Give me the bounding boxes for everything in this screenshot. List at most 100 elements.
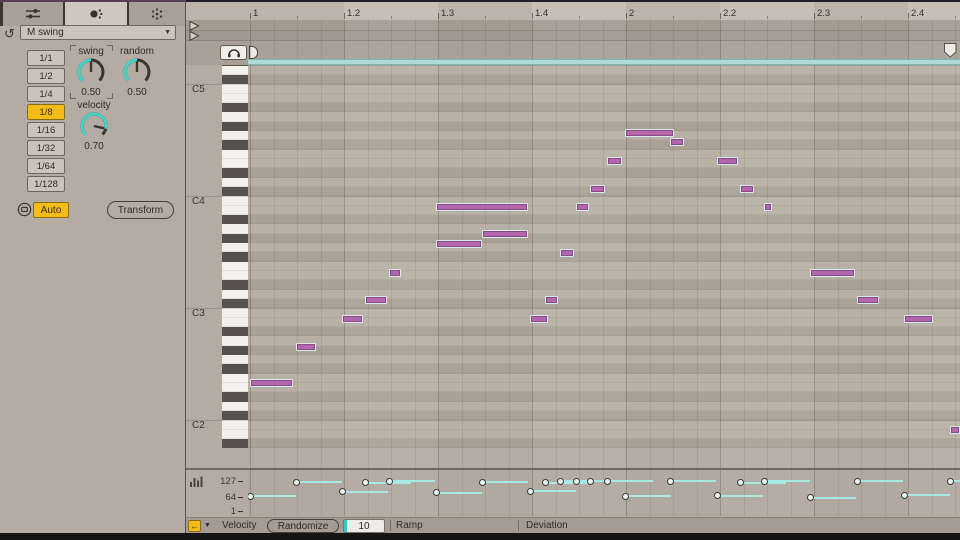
velocity-marker[interactable]: [293, 479, 300, 486]
white-key[interactable]: [222, 178, 248, 187]
midi-note[interactable]: [810, 269, 855, 277]
velocity-marker[interactable]: [542, 479, 549, 486]
randomize-button[interactable]: Randomize: [267, 519, 339, 533]
auto-button[interactable]: Auto: [33, 202, 69, 218]
midi-note[interactable]: [296, 343, 316, 351]
velocity-marker[interactable]: [527, 488, 534, 495]
velocity-marker[interactable]: [604, 478, 611, 485]
velocity-marker[interactable]: [807, 494, 814, 501]
velocity-marker[interactable]: [737, 479, 744, 486]
velocity-marker[interactable]: [557, 478, 564, 485]
white-key[interactable]: [222, 150, 248, 159]
transform-button[interactable]: Transform: [107, 201, 174, 219]
midi-note[interactable]: [389, 269, 401, 277]
black-key[interactable]: [222, 234, 248, 243]
midi-note[interactable]: [436, 203, 528, 211]
white-key[interactable]: [222, 112, 248, 121]
black-key[interactable]: [222, 346, 248, 355]
piano-key-column[interactable]: [222, 65, 248, 468]
velocity-marker[interactable]: [901, 492, 908, 499]
white-key[interactable]: [222, 383, 248, 392]
random-knob-value[interactable]: 0.50: [112, 87, 162, 98]
play-marker-icon[interactable]: [189, 31, 200, 41]
swing-knob[interactable]: [74, 56, 108, 90]
loop-end-marker[interactable]: [944, 43, 957, 58]
black-key[interactable]: [222, 439, 248, 448]
velocity-marker[interactable]: [854, 478, 861, 485]
black-key[interactable]: [222, 168, 248, 177]
midi-note[interactable]: [625, 129, 674, 137]
black-key[interactable]: [222, 122, 248, 131]
black-key[interactable]: [222, 364, 248, 373]
scrub-row-2[interactable]: [186, 31, 960, 41]
midi-note[interactable]: [590, 185, 605, 193]
black-key[interactable]: [222, 280, 248, 289]
midi-note[interactable]: [904, 315, 933, 323]
midi-note[interactable]: [436, 240, 482, 248]
midi-note[interactable]: [250, 379, 293, 387]
velocity-marker[interactable]: [386, 478, 393, 485]
white-key[interactable]: [222, 336, 248, 345]
white-key[interactable]: [222, 402, 248, 411]
black-key[interactable]: [222, 327, 248, 336]
white-key[interactable]: [222, 243, 248, 252]
swing-knob-value[interactable]: 0.50: [66, 87, 116, 98]
midi-note[interactable]: [857, 296, 879, 304]
velocity-knob-value[interactable]: 0.70: [69, 141, 119, 152]
velocity-marker[interactable]: [479, 479, 486, 486]
white-key[interactable]: [222, 131, 248, 140]
velocity-marker[interactable]: [622, 493, 629, 500]
midi-note[interactable]: [560, 249, 574, 257]
midi-note[interactable]: [530, 315, 548, 323]
midi-note[interactable]: [717, 157, 738, 165]
midi-note[interactable]: [764, 203, 772, 211]
randomize-amount-field[interactable]: 10: [343, 519, 385, 533]
beat-time-ruler[interactable]: 11.21.31.422.22.32.4: [186, 2, 960, 20]
velocity-marker[interactable]: [761, 478, 768, 485]
tab-sliders[interactable]: [3, 2, 63, 26]
loop-icon[interactable]: [17, 202, 32, 217]
white-key[interactable]: [222, 271, 248, 280]
midi-note[interactable]: [365, 296, 387, 304]
black-key[interactable]: [222, 252, 248, 261]
white-key[interactable]: [222, 196, 248, 205]
black-key[interactable]: [222, 392, 248, 401]
white-key[interactable]: [222, 355, 248, 364]
white-key[interactable]: [222, 159, 248, 168]
white-key[interactable]: [222, 224, 248, 233]
velocity-marker[interactable]: [947, 478, 954, 485]
lane-select-caret[interactable]: ▼: [204, 522, 211, 529]
black-key[interactable]: [222, 187, 248, 196]
black-key[interactable]: [222, 215, 248, 224]
midi-note[interactable]: [342, 315, 363, 323]
black-key[interactable]: [222, 75, 248, 84]
white-key[interactable]: [222, 430, 248, 439]
midi-note[interactable]: [740, 185, 754, 193]
velocity-marker[interactable]: [573, 478, 580, 485]
velocity-marker[interactable]: [667, 478, 674, 485]
white-key[interactable]: [222, 84, 248, 93]
preview-headphone-button[interactable]: [220, 45, 247, 60]
velocity-marker[interactable]: [248, 493, 254, 500]
white-key[interactable]: [222, 374, 248, 383]
white-key[interactable]: [222, 262, 248, 271]
velocity-knob[interactable]: [77, 110, 111, 144]
random-knob[interactable]: [120, 56, 154, 90]
tab-note-generate[interactable]: [129, 2, 185, 26]
black-key[interactable]: [222, 411, 248, 420]
midi-note[interactable]: [670, 138, 684, 146]
velocity-marker[interactable]: [587, 478, 594, 485]
midi-note[interactable]: [950, 426, 960, 434]
scrub-row-1[interactable]: [186, 20, 960, 31]
velocity-marker[interactable]: [339, 488, 346, 495]
play-marker-icon[interactable]: [189, 21, 200, 31]
velocity-marker[interactable]: [714, 492, 721, 499]
white-key[interactable]: [222, 290, 248, 299]
white-key[interactable]: [222, 308, 248, 317]
white-key[interactable]: [222, 66, 248, 75]
white-key[interactable]: [222, 206, 248, 215]
velocity-marker[interactable]: [433, 489, 440, 496]
midi-note[interactable]: [545, 296, 558, 304]
midi-note[interactable]: [482, 230, 528, 238]
lane-fold-button[interactable]: ←: [188, 520, 201, 532]
